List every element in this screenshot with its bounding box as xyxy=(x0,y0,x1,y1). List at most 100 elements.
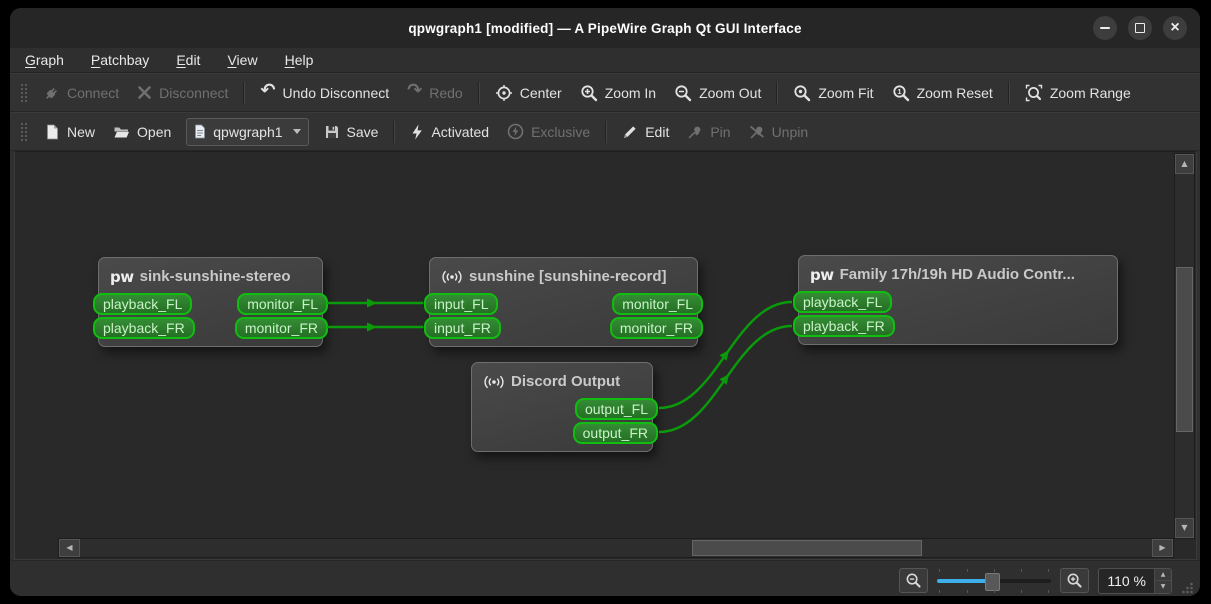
toolbar-handle[interactable] xyxy=(20,81,27,104)
toolbar-handle[interactable] xyxy=(20,120,27,143)
menu-patchbay[interactable]: Patchbay xyxy=(91,52,149,68)
svg-text:1: 1 xyxy=(897,87,901,96)
zoom-percent-spinbox[interactable]: 110 % ▲ ▼ xyxy=(1098,567,1172,594)
vertical-scrollbar[interactable]: ▲ ▼ xyxy=(1174,153,1195,539)
toolbar-separator xyxy=(605,120,608,143)
node-header[interactable]: Discord Output xyxy=(472,363,652,398)
close-button[interactable]: × xyxy=(1163,16,1187,40)
patchbay-session-value: qpwgraph1 xyxy=(213,123,283,140)
resize-grip[interactable] xyxy=(1180,581,1194,595)
zoom-range-button[interactable]: Zoom Range xyxy=(1016,78,1140,107)
arrow-right-icon: ▶ xyxy=(1159,543,1166,552)
port-output-fr[interactable]: output_FR xyxy=(572,422,658,444)
port-input-fl[interactable]: input_FL xyxy=(424,293,499,315)
menu-graph[interactable]: Graph xyxy=(25,52,64,68)
zoom-fit-button[interactable]: Zoom Fit xyxy=(784,78,882,107)
edit-toggle[interactable]: Edit xyxy=(613,117,678,146)
redo-button[interactable]: ↷ Redo xyxy=(398,78,472,107)
horizontal-scrollbar-thumb[interactable] xyxy=(692,540,922,556)
port-monitor-fr[interactable]: monitor_FR xyxy=(234,317,328,339)
save-button[interactable]: Save xyxy=(315,117,388,146)
port-monitor-fl[interactable]: monitor_FL xyxy=(237,293,328,315)
spin-down-button[interactable]: ▼ xyxy=(1155,581,1171,593)
zoom-in-button[interactable]: Zoom In xyxy=(571,78,665,107)
zoom-out-icon xyxy=(675,84,692,101)
node-header[interactable]: pw sink-sunshine-stereo xyxy=(99,258,322,293)
node-header[interactable]: sunshine [sunshine-record] xyxy=(430,258,697,293)
menu-view[interactable]: View xyxy=(227,52,257,68)
new-button[interactable]: New xyxy=(35,117,104,146)
toolbar-separator xyxy=(776,81,779,104)
link-arrow xyxy=(367,322,377,332)
port-input-fr[interactable]: input_FR xyxy=(424,317,501,339)
minimize-icon xyxy=(1100,27,1110,29)
zoom-slider[interactable] xyxy=(937,568,1052,593)
scroll-right-button[interactable]: ▶ xyxy=(1152,539,1173,557)
port-monitor-fr[interactable]: monitor_FR xyxy=(609,317,703,339)
unpin-icon xyxy=(749,125,764,138)
slider-ticks xyxy=(939,568,1050,572)
zoom-in-icon xyxy=(581,84,597,101)
statusbar-zoom-in-button[interactable] xyxy=(1060,568,1090,593)
node-family-hd-audio[interactable]: pw Family 17h/19h HD Audio Contr... play… xyxy=(793,255,1118,345)
menu-help[interactable]: Help xyxy=(285,52,314,68)
port-playback-fl[interactable]: playback_FL xyxy=(93,293,193,315)
pipewire-icon: pw xyxy=(810,265,834,284)
stream-icon xyxy=(442,270,462,283)
node-sink-sunshine-stereo[interactable]: pw sink-sunshine-stereo playback_FL play… xyxy=(93,257,328,347)
pipewire-icon: pw xyxy=(110,267,134,286)
undo-disconnect-button[interactable]: ↶ Undo Disconnect xyxy=(251,78,398,107)
chevron-down-icon xyxy=(292,129,301,134)
menu-bar: Graph Patchbay Edit View Help xyxy=(10,48,1200,73)
scroll-left-button[interactable]: ◀ xyxy=(59,539,80,557)
window-title: qpwgraph1 [modified] — A PipeWire Graph … xyxy=(408,20,802,36)
zoom-out-button[interactable]: Zoom Out xyxy=(665,78,770,107)
node-ports: playback_FL playback_FR xyxy=(793,291,1117,344)
activated-toggle[interactable]: Activated xyxy=(401,117,498,146)
spin-up-button[interactable]: ▲ xyxy=(1155,569,1171,581)
title-bar[interactable]: qpwgraph1 [modified] — A PipeWire Graph … xyxy=(10,8,1200,48)
central-area: pw sink-sunshine-stereo playback_FL play… xyxy=(10,151,1200,560)
stream-icon xyxy=(484,375,504,388)
port-playback-fr[interactable]: playback_FR xyxy=(793,315,895,337)
statusbar-zoom-out-button[interactable] xyxy=(899,568,929,593)
exclusive-toggle[interactable]: Exclusive xyxy=(498,117,599,146)
port-output-fl[interactable]: output_FL xyxy=(574,398,658,420)
scroll-down-button[interactable]: ▼ xyxy=(1175,518,1194,538)
zoom-slider-handle[interactable] xyxy=(985,572,1001,591)
connect-button[interactable]: Connect xyxy=(35,78,128,107)
link-arrow xyxy=(719,350,730,361)
toolbar-separator xyxy=(477,81,480,104)
slider-ticks xyxy=(939,589,1050,593)
node-title: sunshine [sunshine-record] xyxy=(469,268,667,285)
zoom-fit-icon xyxy=(794,84,811,101)
unpin-button[interactable]: Unpin xyxy=(740,117,818,146)
zoom-reset-icon: 1 xyxy=(892,84,909,101)
zoom-in-icon xyxy=(1067,573,1082,588)
maximize-button[interactable] xyxy=(1128,16,1152,40)
open-button[interactable]: Open xyxy=(104,117,180,146)
port-playback-fl[interactable]: playback_FL xyxy=(793,291,893,313)
disconnect-button[interactable]: Disconnect xyxy=(128,78,237,107)
new-file-icon xyxy=(47,124,58,139)
close-icon: × xyxy=(1170,19,1180,36)
patchbay-session-combobox[interactable]: qpwgraph1 xyxy=(186,117,309,146)
node-header[interactable]: pw Family 17h/19h HD Audio Contr... xyxy=(799,256,1117,291)
node-sunshine[interactable]: sunshine [sunshine-record] input_FL inpu… xyxy=(424,257,703,347)
maximize-icon xyxy=(1135,23,1145,33)
zoom-reset-button[interactable]: 1 Zoom Reset xyxy=(883,78,1002,107)
menu-edit[interactable]: Edit xyxy=(176,52,200,68)
center-button[interactable]: Center xyxy=(486,78,571,107)
file-toolbar: New Open qpwgraph1 Save Activated Exclus… xyxy=(10,112,1200,151)
node-discord-output[interactable]: Discord Output output_FL output_FR xyxy=(471,362,658,452)
pin-button[interactable]: Pin xyxy=(678,117,739,146)
arrow-up-icon: ▲ xyxy=(1181,159,1188,168)
port-monitor-fl[interactable]: monitor_FL xyxy=(612,293,703,315)
zoom-slider-fill xyxy=(937,578,990,583)
port-playback-fr[interactable]: playback_FR xyxy=(93,317,195,339)
scroll-up-button[interactable]: ▲ xyxy=(1175,154,1194,174)
minimize-button[interactable] xyxy=(1093,16,1117,40)
vertical-scrollbar-thumb[interactable] xyxy=(1176,267,1193,432)
graph-canvas[interactable]: pw sink-sunshine-stereo playback_FL play… xyxy=(14,151,1197,560)
horizontal-scrollbar[interactable]: ◀ ▶ xyxy=(58,538,1174,558)
